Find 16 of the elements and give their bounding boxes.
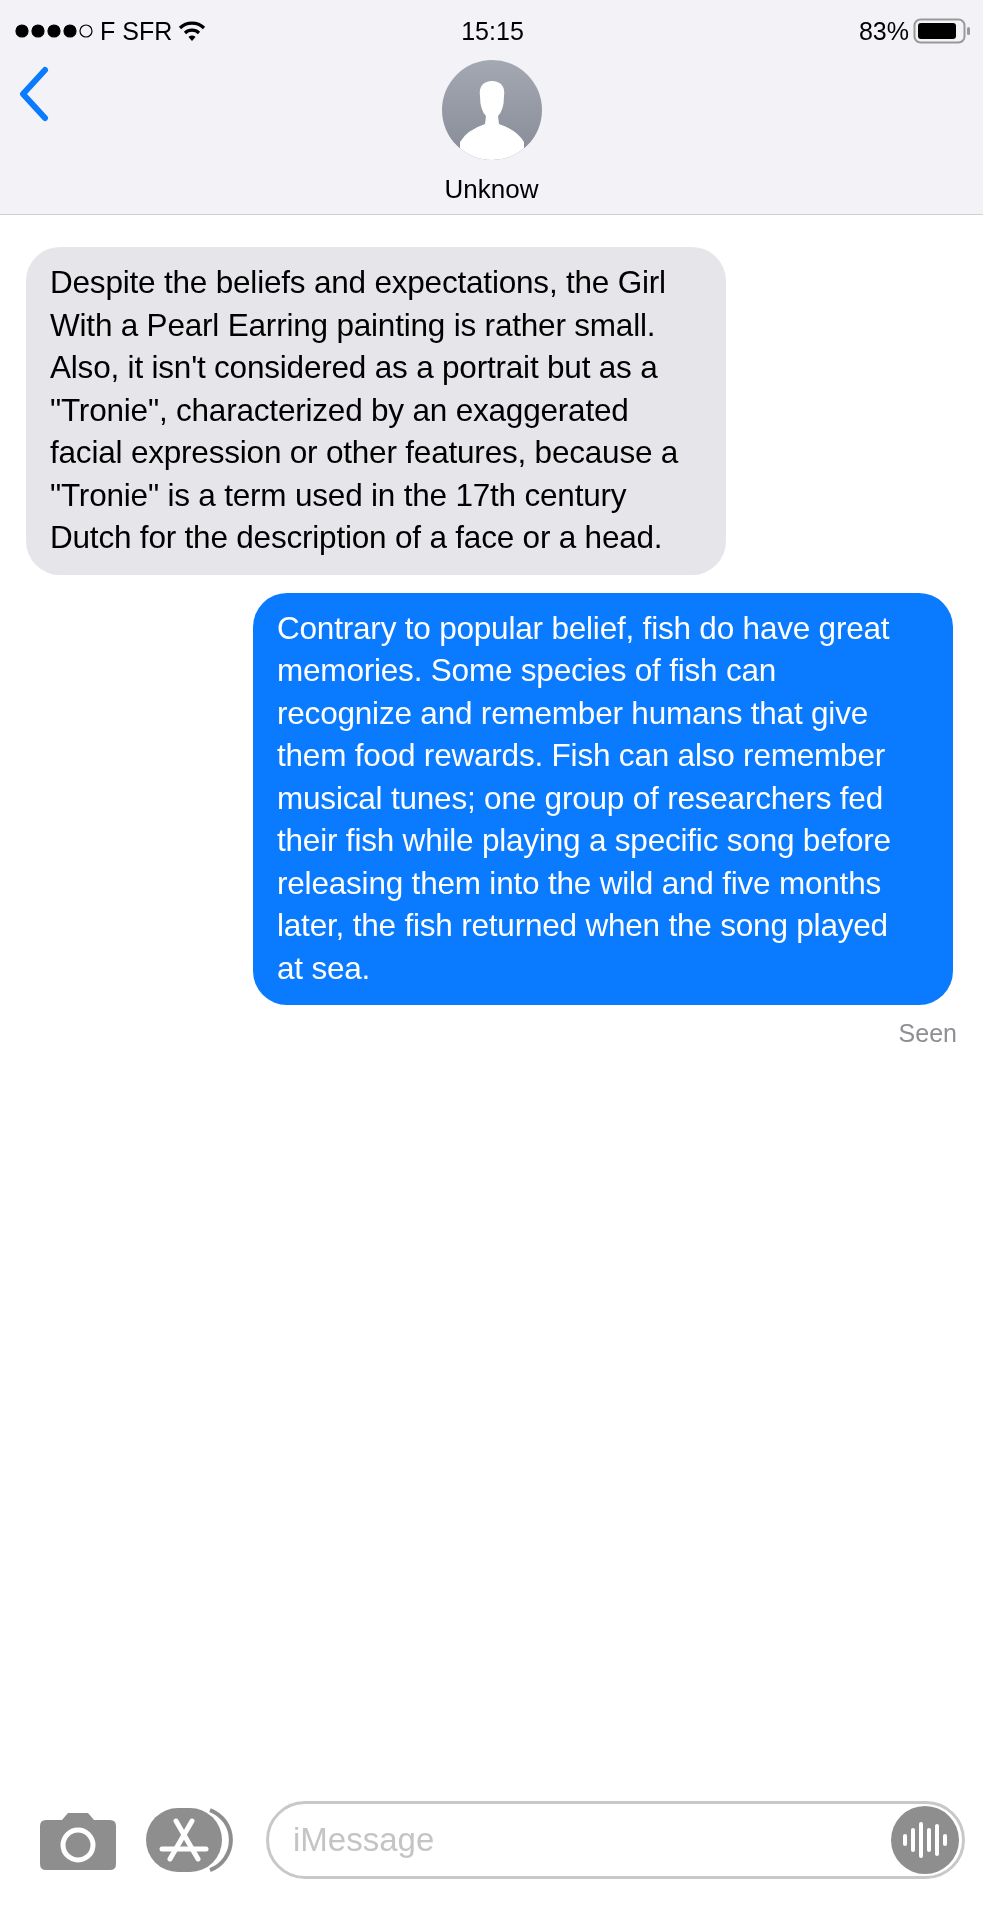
audio-waveform-icon[interactable] (891, 1806, 959, 1874)
message-bubble: Contrary to popular belief, fish do have great memories. Some species of fish can recognize and remember humans that give them food rewards. Fish can also remember musical tunes; one group of researchers fed their fish while playing a specific song before releasing them into the wild and five months later, the fish returned when the song played at sea. (253, 592, 953, 1005)
message-bubble: Despite the beliefs and expectations, the Girl With a Pearl Earring painting is rather small. Also, it isn't considered as a portrait but as a "Tronie", characterized by an exaggerated facial expression or other features, because a "Tronie" is a term used in the 17th century Dutch for the description of a face or a head. (26, 247, 726, 575)
back-button[interactable] (18, 66, 50, 122)
signal-icon (14, 23, 94, 39)
wifi-icon (178, 20, 207, 42)
read-receipt: Seen (898, 1019, 957, 1048)
battery-icon (913, 18, 971, 44)
camera-icon[interactable] (40, 1810, 116, 1870)
message-input-field[interactable]: iMessage (266, 1801, 965, 1879)
battery-percentage: 83% (858, 16, 909, 46)
contact-name[interactable]: Unknow (444, 174, 539, 205)
clock-time: 15:15 (461, 16, 524, 46)
app-store-icon[interactable] (146, 1805, 236, 1875)
avatar-icon[interactable] (441, 60, 542, 160)
carrier-name: F SFR (100, 16, 173, 46)
